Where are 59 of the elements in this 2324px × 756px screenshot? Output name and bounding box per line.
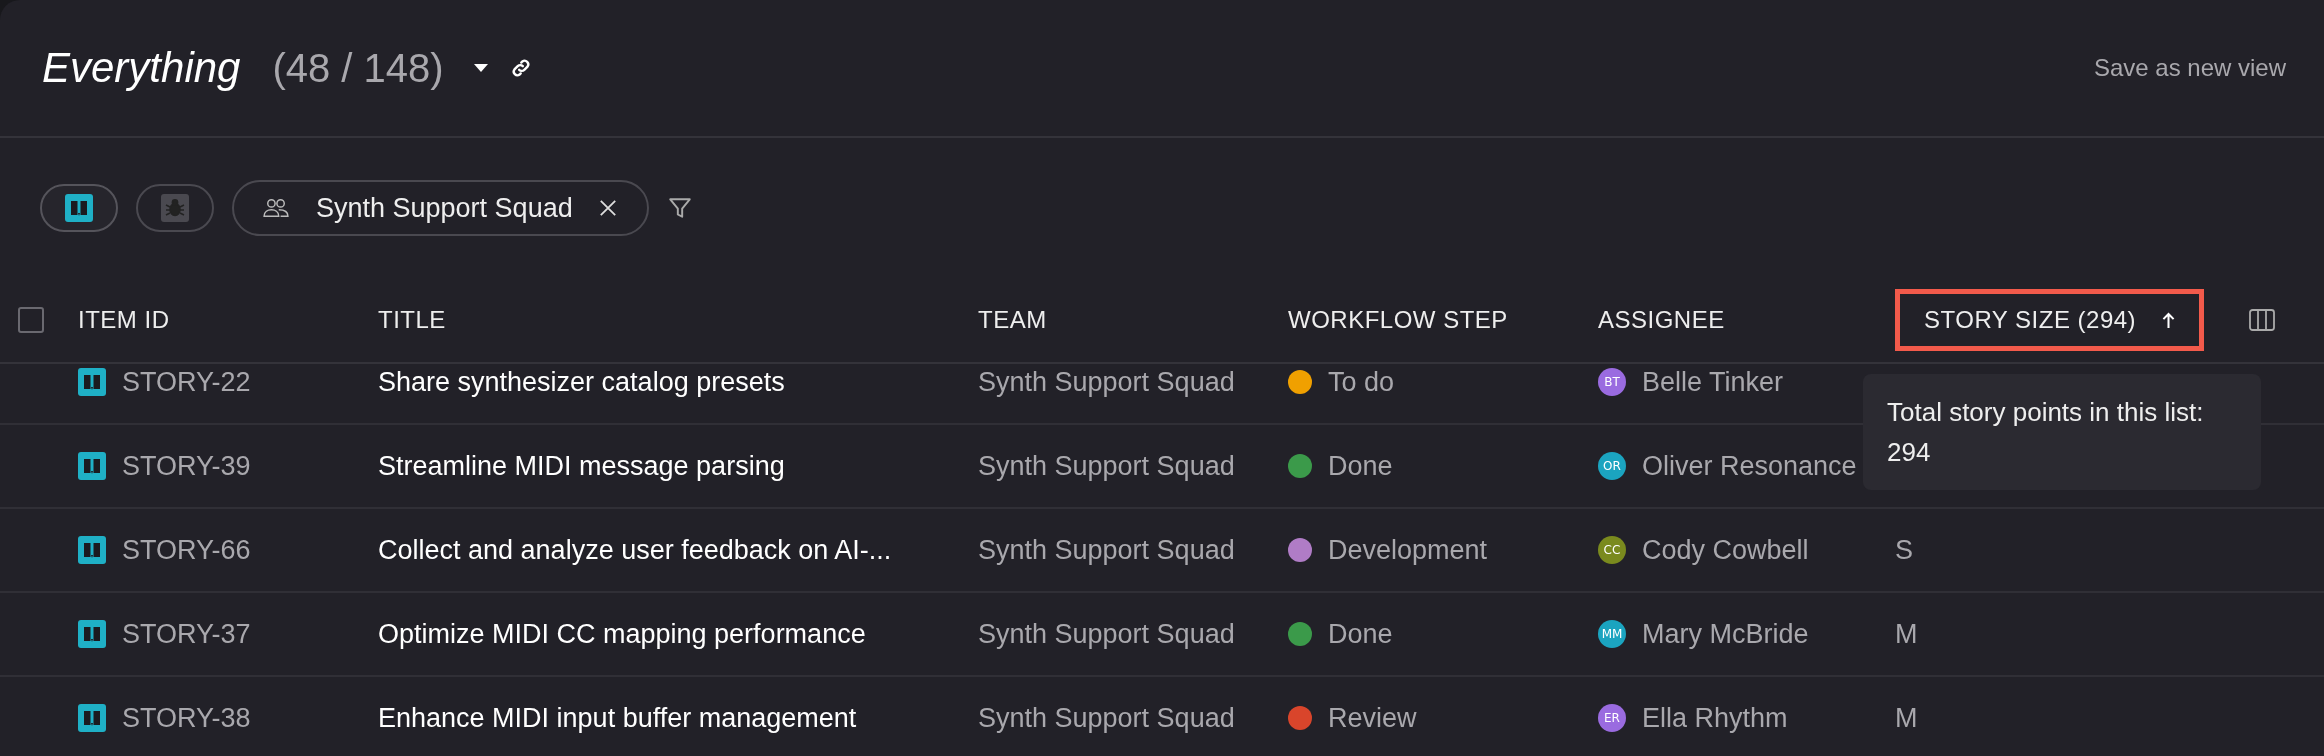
item-id[interactable]: STORY-39 (122, 450, 251, 482)
assignee-name: Cody Cowbell (1642, 534, 1809, 566)
caret-icon[interactable] (473, 64, 488, 72)
avatar: ER (1598, 704, 1626, 732)
avatar: MM (1598, 620, 1626, 648)
item-title[interactable]: Optimize MIDI CC mapping performance (378, 618, 866, 649)
workflow-step: Done (1328, 450, 1393, 482)
columns-icon[interactable] (2248, 309, 2275, 331)
team-filter-chip[interactable]: Synth Support Squad (232, 180, 649, 236)
item-title[interactable]: Enhance MIDI input buffer management (378, 702, 857, 733)
view-title: Everything (42, 44, 241, 92)
item-id[interactable]: STORY-22 (122, 366, 251, 398)
item-title[interactable]: Streamline MIDI message parsing (378, 450, 785, 481)
book-icon (78, 536, 106, 564)
item-id[interactable]: STORY-37 (122, 618, 251, 650)
item-id[interactable]: STORY-66 (122, 534, 251, 566)
filter-icon[interactable] (666, 195, 693, 221)
story-size: M (1895, 702, 1918, 733)
team-name: Synth Support Squad (978, 702, 1235, 733)
team-name: Synth Support Squad (978, 450, 1235, 481)
column-header[interactable]: WORKFLOW STEP (1288, 306, 1508, 333)
avatar: OR (1598, 452, 1626, 480)
team-name: Synth Support Squad (978, 534, 1235, 565)
column-header[interactable]: TEAM (978, 306, 1047, 333)
story-size: S (1895, 534, 1913, 565)
item-count: (48 / 148) (272, 45, 444, 91)
column-header[interactable]: TITLE (378, 306, 446, 333)
select-all-checkbox[interactable] (18, 307, 44, 333)
workflow-step: Development (1328, 534, 1488, 566)
book-icon (65, 194, 93, 222)
column-header[interactable]: STORY SIZE (294) (1895, 289, 2205, 351)
assignee-name: Belle Tinker (1642, 366, 1784, 398)
assignee-name: Ella Rhythm (1642, 702, 1788, 734)
team-name: Synth Support Squad (978, 366, 1235, 397)
workflow-step: To do (1328, 366, 1395, 398)
column-header[interactable]: ITEM ID (78, 306, 170, 333)
team-name: Synth Support Squad (978, 618, 1235, 649)
avatar: CC (1598, 536, 1626, 564)
assignee-name: Mary McBride (1642, 618, 1809, 650)
item-title[interactable]: Share synthesizer catalog presets (378, 366, 785, 397)
assignee-name: Oliver Resonance (1642, 450, 1857, 482)
story-filter-button[interactable] (40, 184, 118, 232)
save-view-link[interactable]: Save as new view (2093, 54, 2286, 82)
book-icon (78, 704, 106, 732)
book-icon (78, 368, 106, 396)
close-icon[interactable] (598, 199, 617, 217)
item-id[interactable]: STORY-38 (122, 702, 251, 734)
bug-icon (161, 194, 189, 222)
item-title[interactable]: Collect and analyze user feedback on AI-... (378, 534, 892, 565)
column-header[interactable]: ASSIGNEE (1598, 306, 1725, 333)
workflow-step: Review (1328, 702, 1417, 734)
people-icon (262, 197, 290, 219)
link-icon[interactable] (509, 57, 532, 79)
avatar: BT (1598, 368, 1626, 396)
story-size: M (1895, 618, 1918, 649)
workflow-step: Done (1328, 618, 1393, 650)
tooltip: Total story points in this list: 294 (1863, 374, 2261, 490)
book-icon (78, 620, 106, 648)
book-icon (78, 452, 106, 480)
